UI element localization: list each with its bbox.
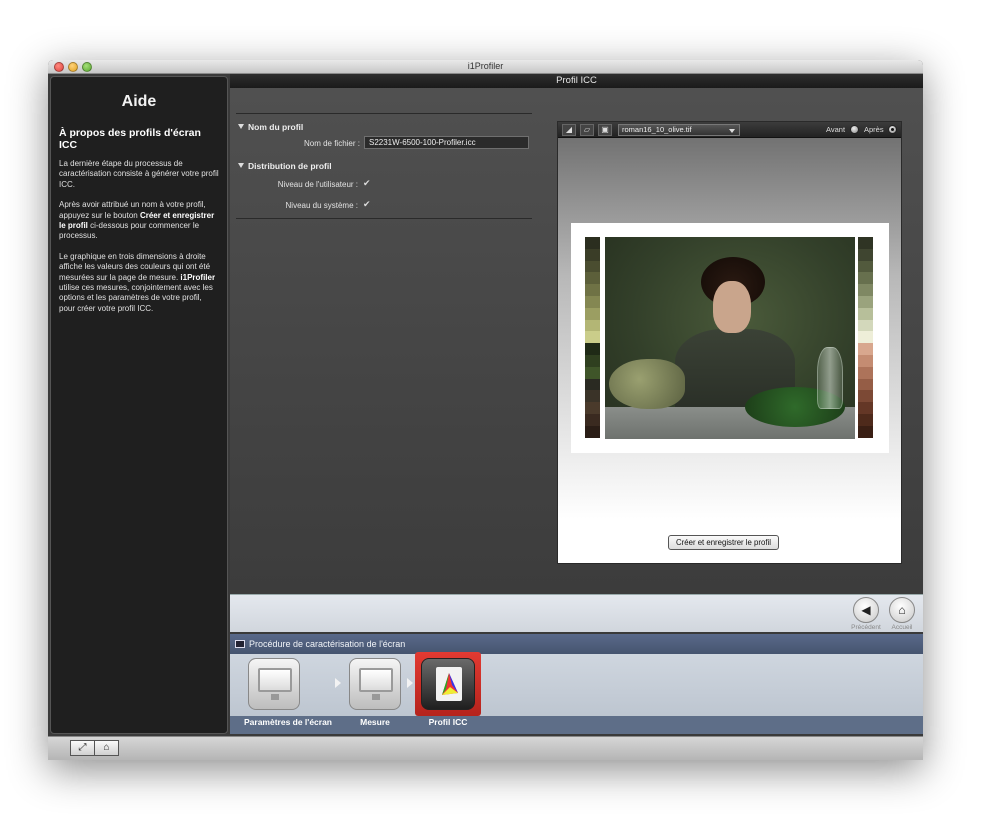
color-swatch <box>858 425 873 438</box>
title-bar: i1Profiler <box>48 60 923 74</box>
help-title: Aide <box>121 93 157 110</box>
color-swatch <box>585 319 600 332</box>
help-paragraph-2: Après avoir attribué un nom à votre prof… <box>59 200 215 241</box>
chevron-right-icon <box>335 678 341 688</box>
app-window: i1Profiler Aide À propos des profils d'é… <box>48 60 923 760</box>
color-swatch <box>858 295 873 308</box>
home-button[interactable]: ⌂ <box>889 597 915 623</box>
before-label: Avant <box>826 125 846 134</box>
color-swatch <box>585 413 600 426</box>
color-swatch <box>858 366 873 379</box>
page-header: Profil ICC <box>230 74 923 88</box>
step-measure-icon[interactable] <box>349 658 401 710</box>
color-swatch-strip-left <box>585 237 600 439</box>
help-subtitle: À propos des profils d'écran ICC <box>59 127 201 151</box>
workflow-title: Procédure de caractérisation de l'écran <box>249 639 406 649</box>
user-level-label: Niveau de l'utilisateur : <box>277 180 358 189</box>
system-level-checkbox[interactable]: ✔ <box>363 200 372 209</box>
color-swatch <box>858 260 873 273</box>
system-level-label: Niveau du système : <box>285 201 358 210</box>
color-swatch <box>585 237 600 249</box>
color-swatch <box>585 307 600 320</box>
fit-window-button[interactable]: ⤢ <box>70 740 95 756</box>
color-swatch <box>858 237 873 249</box>
monitor-icon <box>235 640 245 648</box>
color-swatch <box>858 272 873 285</box>
color-swatch <box>585 343 600 355</box>
color-swatch <box>585 390 600 403</box>
color-swatch <box>585 402 600 414</box>
help-paragraph-1: La dernière étape du processus de caract… <box>59 159 219 189</box>
image-select-dropdown[interactable]: roman16_10_olive.tif <box>618 124 740 136</box>
color-swatch <box>858 354 873 367</box>
disclosure-triangle-icon[interactable] <box>238 163 244 168</box>
step-label-icc-profile: Profil ICC <box>428 717 468 727</box>
step-label-display-settings: Paramètres de l'écran <box>243 717 333 727</box>
preview-photo <box>605 237 855 439</box>
navigation-bar: ◀ Précédent ⌂ Accueil <box>230 594 923 632</box>
color-swatch <box>858 319 873 332</box>
color-swatch-strip-right <box>858 237 873 439</box>
back-label: Précédent <box>851 624 881 631</box>
section-distribution[interactable]: Distribution de profil <box>238 161 332 171</box>
create-save-profile-button[interactable]: Créer et enregistrer le profil <box>668 535 779 550</box>
color-swatch <box>858 248 873 261</box>
color-swatch <box>585 378 600 391</box>
footer-bar: ⤢ ⌂ <box>48 736 923 760</box>
divider <box>236 218 532 219</box>
profile-preview-panel: ◢ ▱ ▣ roman16_10_olive.tif Avant Après C… <box>557 121 902 564</box>
color-swatch <box>585 248 600 261</box>
step-label-measure: Mesure <box>360 717 390 727</box>
color-swatch <box>858 343 873 355</box>
color-swatch <box>858 307 873 320</box>
back-button[interactable]: ◀ <box>853 597 879 623</box>
preview-toolbar: ◢ ▱ ▣ roman16_10_olive.tif Avant Après <box>558 122 901 138</box>
color-swatch <box>858 378 873 391</box>
color-swatch <box>858 284 873 296</box>
3d-graph-view-button[interactable]: ◢ <box>562 124 576 136</box>
help-paragraph-3: Le graphique en trois dimensions à droit… <box>59 251 216 313</box>
page-title: Profil ICC <box>556 75 597 86</box>
file-name-label: Nom de fichier : <box>303 139 360 148</box>
chevron-right-icon <box>407 678 413 688</box>
image-view-button[interactable]: ▣ <box>598 124 612 136</box>
window-title: i1Profiler <box>467 61 504 71</box>
after-label: Après <box>864 125 884 134</box>
color-swatch <box>858 390 873 403</box>
color-swatch <box>858 331 873 344</box>
help-panel: Aide À propos des profils d'écran ICC La… <box>50 76 228 734</box>
color-swatch <box>585 260 600 273</box>
color-swatch <box>858 402 873 414</box>
curves-view-button[interactable]: ▱ <box>580 124 594 136</box>
color-swatch <box>585 295 600 308</box>
step-icc-profile-icon[interactable] <box>421 658 475 710</box>
color-swatch <box>585 272 600 285</box>
chevron-down-icon <box>729 129 735 133</box>
color-swatch <box>858 413 873 426</box>
file-name-field[interactable]: S2231W-6500-100-Profiler.icc <box>364 136 529 149</box>
before-radio[interactable] <box>850 125 859 134</box>
footer-home-button[interactable]: ⌂ <box>94 740 119 756</box>
step-display-settings-icon[interactable] <box>248 658 300 710</box>
section-profile-name[interactable]: Nom du profil <box>238 122 303 132</box>
disclosure-triangle-icon[interactable] <box>238 124 244 129</box>
divider <box>236 113 532 114</box>
color-swatch <box>585 331 600 344</box>
preview-image-frame <box>571 223 889 453</box>
color-swatch <box>585 366 600 379</box>
after-radio[interactable] <box>888 125 897 134</box>
color-swatch <box>585 425 600 438</box>
main-panel: Nom du profil Nom de fichier : S2231W-65… <box>230 88 923 594</box>
workflow-header: Procédure de caractérisation de l'écran <box>230 634 923 654</box>
home-label: Accueil <box>891 624 913 631</box>
color-swatch <box>585 284 600 296</box>
color-swatch <box>585 354 600 367</box>
user-level-checkbox[interactable]: ✔ <box>363 179 372 188</box>
